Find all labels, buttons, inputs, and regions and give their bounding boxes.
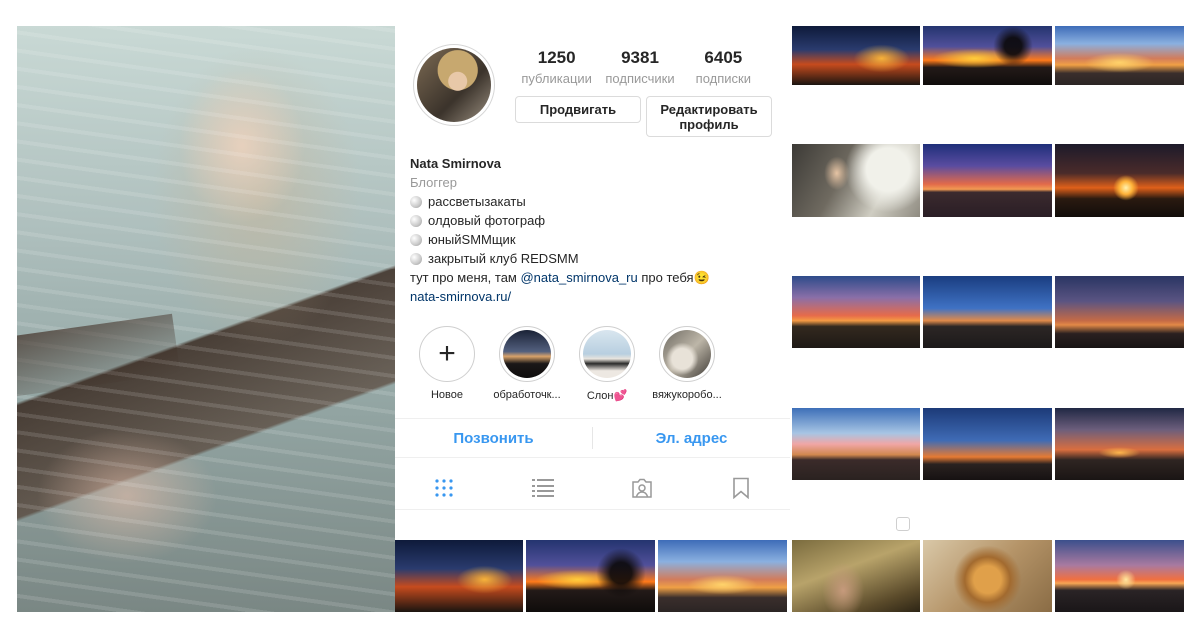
bio-about-suffix: про тебя😉 — [637, 270, 710, 285]
highlight-thumbnail — [583, 330, 631, 378]
post-thumbnail[interactable] — [792, 408, 920, 480]
bio-line-text: закрытый клуб REDSMM — [428, 251, 579, 266]
tab-tagged[interactable] — [593, 478, 692, 498]
post-thumbnail[interactable] — [923, 276, 1052, 348]
hero-photo-reflection — [17, 26, 395, 612]
post-thumbnail[interactable] — [792, 276, 920, 348]
highlight-label: Новое — [430, 389, 464, 401]
stat-followers[interactable]: 9381 подписчики — [598, 48, 681, 86]
highlight-ring — [499, 326, 555, 382]
bio-about: тут про меня, там @nata_smirnova_ru про … — [410, 268, 780, 287]
list-icon — [532, 478, 555, 497]
highlight-label: обработочк... — [493, 389, 561, 401]
post-thumbnail[interactable] — [923, 26, 1052, 85]
highlight-ring — [579, 326, 635, 382]
stat-following[interactable]: 6405 подписки — [682, 48, 765, 86]
profile-category: Блоггер — [410, 175, 458, 190]
hero-photo — [17, 26, 395, 612]
thumbnail-silhouette — [596, 548, 646, 598]
stat-posts-value: 1250 — [537, 48, 576, 67]
thumbnail-silhouette — [993, 26, 1033, 66]
stat-posts-label: публикации — [521, 71, 592, 86]
stat-posts[interactable]: 1250 публикации — [515, 48, 598, 86]
highlight-thumbnail — [503, 330, 551, 378]
bio-mention-link[interactable]: @nata_smirnova_ru — [520, 270, 637, 285]
post-thumbnail[interactable] — [1055, 26, 1184, 85]
grid-icon — [435, 478, 453, 497]
highlight-ring: + — [419, 326, 475, 382]
contact-bar: Позвонить Эл. адрес — [395, 418, 790, 458]
bullet-icon — [410, 195, 422, 208]
website-link[interactable]: nata-smirnova.ru/ — [410, 287, 780, 306]
profile-tabs — [395, 466, 790, 510]
post-thumbnail[interactable] — [658, 540, 787, 612]
plus-icon: + — [438, 337, 456, 370]
email-button[interactable]: Эл. адрес — [593, 430, 790, 447]
edit-profile-button[interactable]: Редактировать профиль — [646, 96, 772, 137]
bio-line: олдовый фотограф — [410, 211, 780, 230]
avatar-image — [417, 48, 491, 122]
post-thumbnail[interactable] — [1055, 540, 1184, 612]
post-thumbnail[interactable] — [1055, 144, 1184, 217]
bio-about-prefix: тут про меня, там — [410, 270, 521, 285]
tab-list[interactable] — [494, 478, 593, 498]
tab-grid[interactable] — [395, 478, 494, 498]
stat-following-value: 6405 — [704, 48, 743, 67]
tagged-icon — [632, 478, 652, 498]
post-thumbnail[interactable] — [792, 144, 920, 217]
bio-line-text: олдовый фотограф — [428, 213, 546, 228]
bio-line: закрытый клуб REDSMM — [410, 249, 780, 268]
profile-name: Nata Smirnova — [410, 156, 502, 171]
bookmark-icon — [732, 477, 749, 499]
promote-button[interactable]: Продвигать — [515, 96, 641, 123]
select-checkbox-icon[interactable] — [896, 517, 910, 531]
post-thumbnail[interactable] — [792, 540, 920, 612]
tab-saved[interactable] — [691, 477, 790, 499]
post-thumbnail[interactable] — [526, 540, 655, 612]
highlight-item[interactable]: Слон💕 — [567, 326, 647, 402]
profile-panel: 1250 публикации 9381 подписчики 6405 под… — [395, 26, 790, 538]
stat-followers-label: подписчики — [605, 71, 675, 86]
profile-bio: Nata Smirnova Блоггер рассветызакаты олд… — [410, 154, 780, 306]
post-thumbnail[interactable] — [923, 144, 1052, 217]
post-thumbnail[interactable] — [923, 408, 1052, 480]
call-button[interactable]: Позвонить — [395, 430, 592, 447]
profile-stats: 1250 публикации 9381 подписчики 6405 под… — [515, 48, 765, 86]
highlight-new[interactable]: + Новое — [407, 326, 487, 402]
highlight-thumbnail — [663, 330, 711, 378]
bullet-icon — [410, 214, 422, 227]
post-thumbnail[interactable] — [923, 540, 1052, 612]
highlight-label: вяжукоробо... — [652, 389, 722, 401]
bullet-icon — [410, 233, 422, 246]
bullet-icon — [410, 252, 422, 265]
highlight-label: Слон💕 — [586, 390, 628, 402]
post-thumbnail[interactable] — [1055, 276, 1184, 348]
post-thumbnail[interactable] — [792, 26, 920, 85]
bio-line: юныйSMMщик — [410, 230, 780, 249]
highlight-ring — [659, 326, 715, 382]
highlight-item[interactable]: обработочк... — [487, 326, 567, 402]
highlight-item[interactable]: вяжукоробо... — [647, 326, 727, 402]
avatar[interactable] — [413, 44, 495, 126]
bio-line-text: юныйSMMщик — [428, 232, 516, 247]
bio-line-text: рассветызакаты — [428, 194, 526, 209]
story-highlights: + Новое обработочк... Слон💕 вяжукоробо..… — [407, 326, 787, 402]
bio-line: рассветызакаты — [410, 192, 780, 211]
post-thumbnail[interactable] — [1055, 408, 1184, 480]
stat-followers-value: 9381 — [621, 48, 659, 67]
stat-following-label: подписки — [695, 71, 751, 86]
post-thumbnail[interactable] — [395, 540, 523, 612]
